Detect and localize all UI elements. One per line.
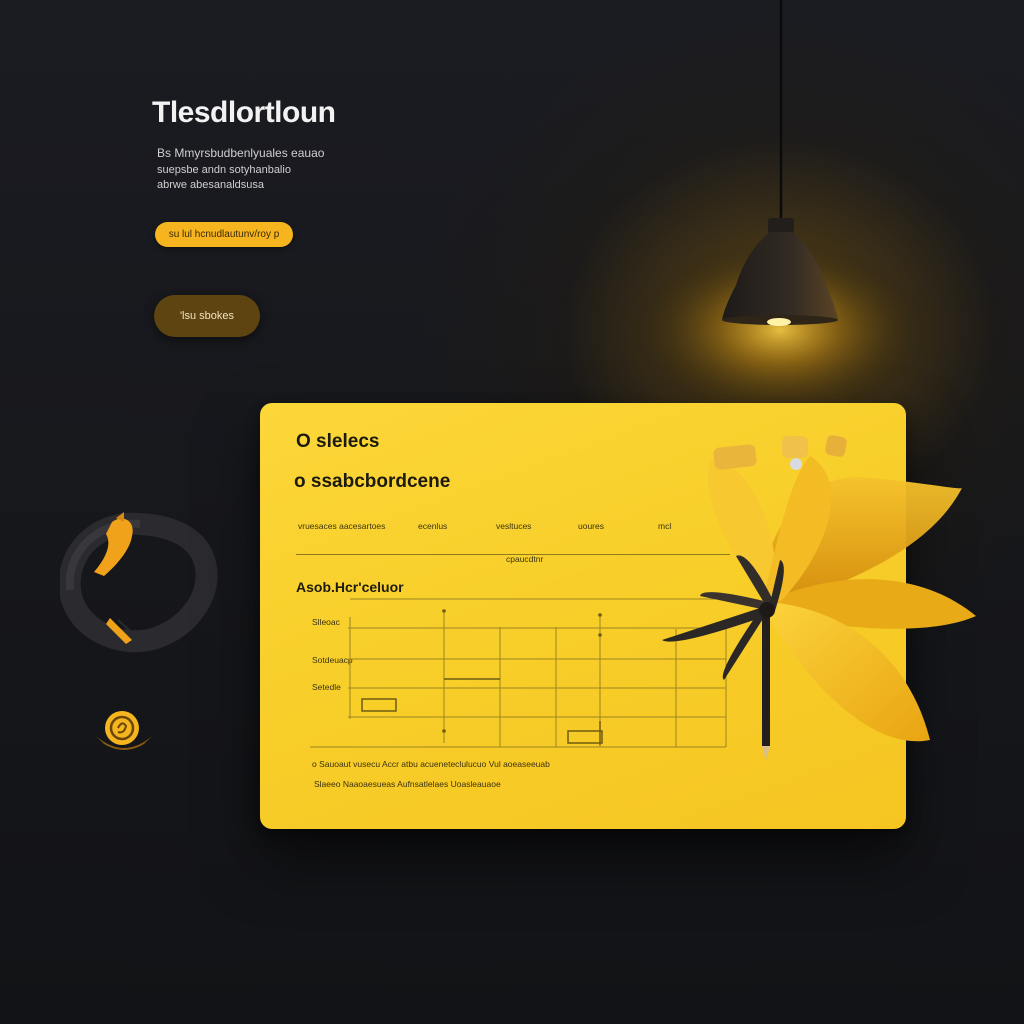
footer-line-2: Slaeeo Naaoaesueas Aufnsatlelaes Uoaslea… xyxy=(314,779,501,789)
hero-subtitle-line-2: suepsbe andn sotyhanbalio xyxy=(157,164,291,176)
pendant-lamp-icon xyxy=(630,0,930,400)
paper-flower-illustration xyxy=(662,435,976,760)
footer-line-1: o Sauoaut vusecu Accr atbu acueneteclulu… xyxy=(312,759,550,769)
landing-page: Tlesdlortloun Bs Mmyrsbudbenlyuales eaua… xyxy=(0,0,1024,1024)
bird-ring-illustration xyxy=(60,512,218,653)
hero-title: Tlesdlortloun xyxy=(152,96,336,129)
hero-subtitle-line-1: Bs Mmyrsbudbenlyuales eauao xyxy=(157,146,325,160)
hero-subtitle-line-3: abrwe abesanaldsusa xyxy=(157,179,265,191)
gold-coin-icon xyxy=(96,711,152,750)
primary-cta-button[interactable]: su lul hcnudlautunv/roy p xyxy=(155,222,293,247)
secondary-button[interactable]: 'lsu sbokes xyxy=(154,295,260,337)
